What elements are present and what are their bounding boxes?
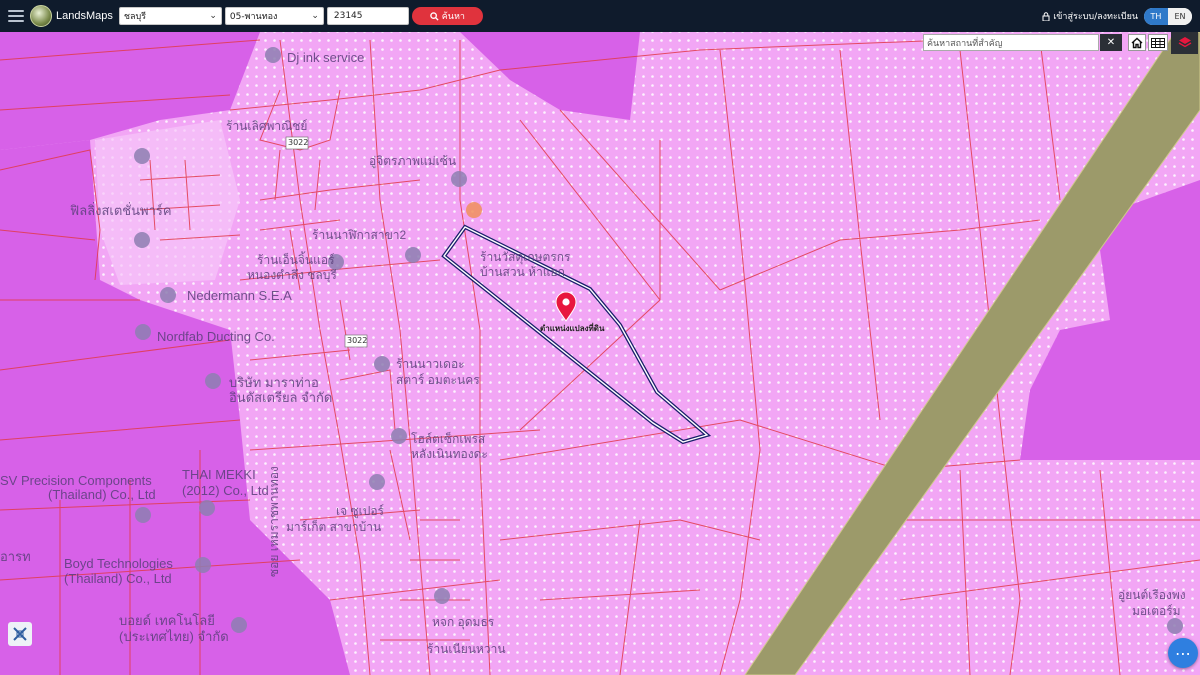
route-label: 3022 (347, 336, 368, 345)
poi-orange-marker (466, 202, 482, 218)
top-navbar: LandsMaps ชลบุรี ⌄ 05-พานทอง ⌄ 23145 ค้น… (0, 0, 1200, 32)
place-label: ร้านเนียนหวาน (427, 642, 506, 656)
grid-icon (1151, 37, 1165, 48)
lang-th-button[interactable]: TH (1144, 7, 1168, 25)
place-label: (ประเทศไทย) จำกัด (119, 629, 229, 644)
place-label: THAI MEKKI (182, 467, 256, 482)
lang-en-button[interactable]: EN (1168, 7, 1192, 25)
parcel-number-input[interactable]: 23145 (326, 7, 409, 25)
location-pin-dot (562, 298, 570, 306)
district-select[interactable]: 05-พานทอง ⌄ (224, 7, 324, 25)
more-icon: ⋯ (1175, 643, 1191, 663)
place-label: (Thailand) Co., Ltd (48, 487, 156, 502)
more-options-button[interactable]: ⋯ (1168, 638, 1198, 668)
ruler-icon (13, 627, 27, 641)
place-label: อารท (0, 549, 31, 564)
map-canvas[interactable]: Dj ink service ฟิลลิ่งสเตชั่นพาร์ค Neder… (0, 32, 1200, 675)
place-label: Nedermann S.E.A (187, 288, 292, 303)
place-label: ร้านนาฬิกาสาขา2 (312, 228, 407, 242)
lock-icon (1042, 11, 1050, 21)
place-label: (2012) Co., Ltd (182, 483, 269, 498)
place-label: (Thailand) Co., Ltd (64, 571, 172, 586)
language-toggle: TH EN (1144, 7, 1192, 25)
place-label: Nordfab Ducting Co. (157, 329, 275, 344)
district-value: 05-พานทอง (229, 12, 278, 22)
place-label: ฟิลลิ่งสเตชั่นพาร์ค (70, 203, 172, 218)
place-label: หจก อุดมธร (432, 615, 495, 629)
route-label: 3022 (288, 138, 309, 147)
home-icon (1131, 37, 1143, 48)
login-link[interactable]: เข้าสู่ระบบ/ลงทะเบียน (1042, 9, 1138, 23)
place-label: มาร์เก็ต สาขาบ้าน (286, 520, 382, 534)
layers-button[interactable] (1171, 32, 1198, 54)
place-label: Dj ink service (287, 50, 365, 65)
menu-icon[interactable] (8, 10, 24, 22)
place-label: หนองตำลึง ชลบุรี (247, 268, 337, 282)
road-label: ซอย เหมราชพานทอง (267, 466, 281, 577)
measure-tool-button[interactable] (8, 622, 32, 646)
place-label: อินดัสเตรียล จำกัด (229, 390, 333, 405)
chevron-down-icon: ⌄ (311, 11, 319, 21)
place-label: สตาร์ อมตะนคร (396, 373, 480, 387)
place-label: SV Precision Components (0, 473, 152, 488)
place-label: มอเตอร์ม (1132, 604, 1181, 618)
place-label: Boyd Technologies (64, 556, 173, 571)
map-layers (0, 32, 1200, 675)
clear-search-button[interactable]: ✕ (1100, 34, 1122, 51)
landmark-search-input[interactable]: ค้นหาสถานที่สำคัญ (923, 34, 1099, 51)
login-label: เข้าสู่ระบบ/ลงทะเบียน (1053, 12, 1138, 22)
province-select[interactable]: ชลบุรี ⌄ (118, 7, 222, 25)
place-label: บ้านสวน ห้าแยก (480, 265, 565, 279)
layers-icon (1178, 37, 1191, 48)
search-button-label: ค้นหา (441, 12, 465, 22)
search-button[interactable]: ค้นหา (411, 7, 483, 25)
pin-label: ตำแหน่งแปลงที่ดิน (540, 324, 605, 333)
brand-name: LandsMaps (56, 10, 113, 22)
home-button[interactable] (1128, 34, 1146, 51)
province-value: ชลบุรี (123, 12, 147, 22)
grid-button[interactable] (1148, 34, 1168, 51)
place-label: ร้านเลิศพาณิชย์ (226, 119, 308, 133)
place-label: อู่จิตรภาพแม่เซ้น (369, 154, 457, 168)
place-label: หลังเนินทองดะ (411, 447, 488, 461)
landsmaps-logo[interactable] (30, 5, 52, 27)
search-icon (430, 11, 439, 21)
chevron-down-icon: ⌄ (209, 11, 217, 21)
